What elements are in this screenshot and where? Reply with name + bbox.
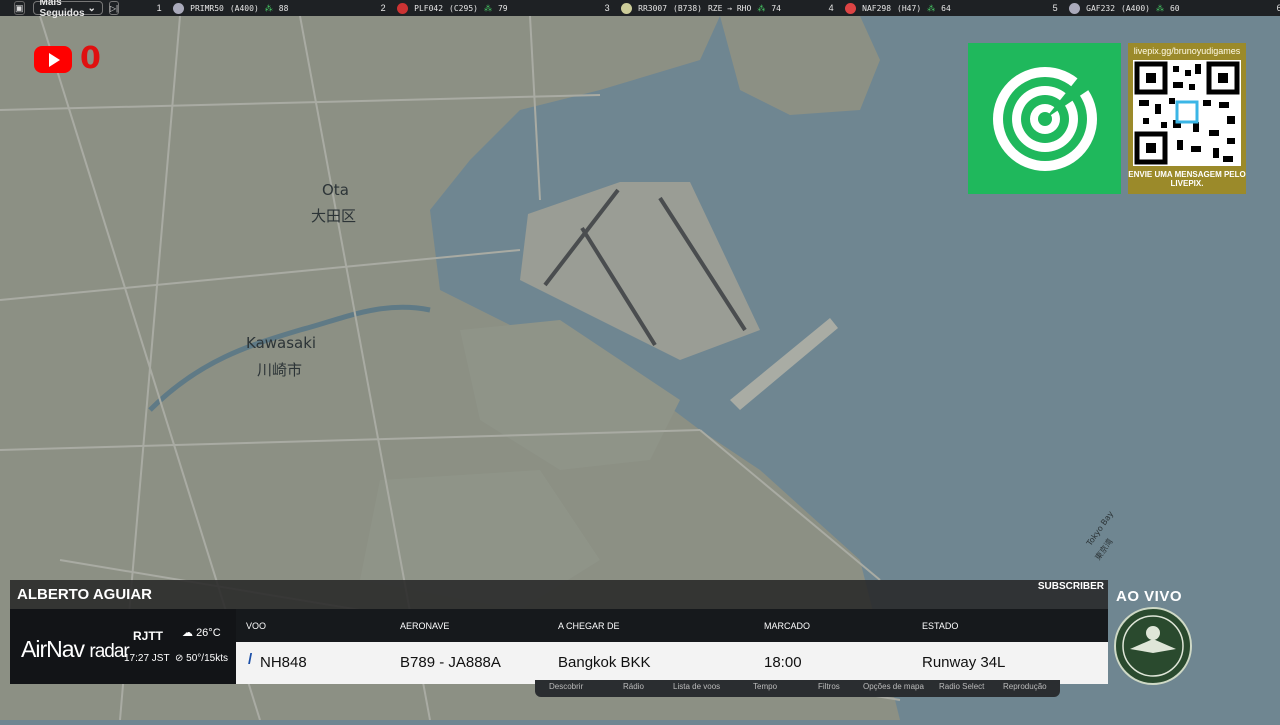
flight-rank: 2 bbox=[380, 3, 386, 13]
flight-callsign: GAF232 bbox=[1086, 3, 1116, 13]
wind-icon: ⊘ bbox=[175, 653, 184, 664]
flight-type: (A400) bbox=[229, 3, 259, 13]
flight-type: (C295) bbox=[449, 3, 478, 13]
chevron-down-icon: ⌄ bbox=[87, 2, 96, 14]
followed-flight-item[interactable]: 2 PLF042 (C295) ⁂ 79 bbox=[375, 2, 599, 14]
row-status: Runway 34L bbox=[922, 654, 1006, 671]
followers-icon: ⁂ bbox=[927, 3, 936, 13]
col-flight: VOO bbox=[246, 621, 267, 631]
brand-name: AirNav bbox=[21, 636, 85, 662]
flight-callsign: NAF298 bbox=[862, 3, 892, 13]
followers-icon: ⁂ bbox=[264, 3, 273, 13]
board-header: VOO AERONAVE A CHEGAR DE MARCADO ESTADO bbox=[236, 609, 1108, 642]
radar-logo bbox=[968, 43, 1121, 194]
map-label-ota-jp: 大田区 bbox=[311, 207, 357, 225]
airline-icon: / bbox=[248, 651, 253, 668]
flight-callsign: PLF042 bbox=[414, 3, 444, 13]
map-label-kawasaki: Kawasaki bbox=[246, 334, 317, 352]
live-label: AO VIVO bbox=[1116, 588, 1183, 605]
flight-type: (H47) bbox=[897, 3, 922, 13]
row-from: Bangkok BKK bbox=[558, 654, 651, 671]
local-time: 17:27 JST bbox=[124, 653, 170, 664]
youtube-icon bbox=[34, 45, 72, 73]
flight-type: (B738) bbox=[673, 3, 702, 13]
row-scheduled: 18:00 bbox=[764, 654, 802, 671]
col-scheduled: MARCADO bbox=[764, 621, 811, 631]
qr-code-icon bbox=[1133, 60, 1241, 166]
flight-rank: 1 bbox=[156, 3, 162, 13]
most-followed-dropdown[interactable]: Mais Seguidos ⌄ bbox=[32, 0, 103, 19]
operator-icon bbox=[397, 2, 409, 14]
flight-callsign: RR3007 bbox=[638, 3, 668, 13]
row-aircraft: B789 - JA888A bbox=[400, 654, 501, 671]
col-aircraft: AERONAVE bbox=[400, 621, 450, 631]
brand-sub: radar bbox=[89, 641, 129, 662]
flight-rank: 4 bbox=[828, 3, 834, 13]
followers-icon: ⁂ bbox=[483, 3, 492, 13]
followed-flight-item[interactable]: 4 NAF298 (H47) ⁂ 64 bbox=[823, 2, 1047, 14]
flight-followers: 79 bbox=[497, 3, 508, 13]
flight-route: RZE → RHO bbox=[707, 3, 752, 13]
menu-item[interactable]: Lista de voos bbox=[673, 682, 720, 691]
row-flight: NH848 bbox=[260, 654, 307, 671]
livepix-card[interactable]: livepix.gg/brunoyudigames ENVIE UMA MENS… bbox=[1128, 43, 1246, 194]
flight-followers: 64 bbox=[941, 3, 951, 13]
menu-item[interactable]: Rádio bbox=[623, 682, 644, 691]
flight-type: (A400) bbox=[1121, 3, 1150, 13]
followed-flight-item[interactable]: 6 TO bbox=[1271, 3, 1280, 14]
temperature: ☁ 26°C bbox=[182, 626, 221, 639]
window-toggle-icon[interactable]: ▣ bbox=[14, 1, 25, 15]
airport-board: ALBERTO AGUIAR SUBSCRIBER AirNav radar R… bbox=[10, 580, 1108, 684]
temperature-value: 26°C bbox=[196, 627, 221, 639]
operator-icon bbox=[1069, 2, 1081, 14]
top-bar: ▣ Mais Seguidos ⌄ ▷| 1 PRIMR50 (A400) ⁂ … bbox=[0, 0, 1280, 19]
table-row[interactable]: / NH848 B789 - JA888A Bangkok BKK 18:00 … bbox=[236, 642, 1108, 684]
wind-value: 50°/15kts bbox=[186, 653, 228, 664]
channel-badge-icon bbox=[1114, 607, 1192, 685]
youtube-count: 0 bbox=[80, 41, 101, 76]
map-label-kawasaki-jp: 川崎市 bbox=[257, 361, 303, 379]
bottom-menu: Descobrir Rádio Lista de voos Tempo Filt… bbox=[535, 680, 1060, 697]
skip-next-icon[interactable]: ▷| bbox=[108, 1, 120, 15]
menu-item[interactable]: Descobrir bbox=[549, 682, 583, 691]
radar-icon bbox=[992, 58, 1105, 171]
followers-icon: ⁂ bbox=[757, 3, 766, 13]
col-from: A CHEGAR DE bbox=[558, 621, 620, 631]
flight-followers: 60 bbox=[1169, 3, 1180, 13]
operator-icon bbox=[621, 2, 633, 14]
dropdown-label: Mais Seguidos bbox=[39, 0, 85, 19]
most-followed-list: 1 PRIMR50 (A400) ⁂ 88 2 PLF042 (C295) ⁂ … bbox=[151, 2, 1280, 14]
followed-flight-item[interactable]: 1 PRIMR50 (A400) ⁂ 88 bbox=[151, 2, 375, 14]
livepix-url: livepix.gg/brunoyudigames bbox=[1133, 46, 1241, 56]
airport-info: AirNav radar RJTT 17:27 JST ☁ 26°C ⊘ 50°… bbox=[10, 609, 236, 684]
followers-icon: ⁂ bbox=[1155, 3, 1164, 13]
operator-icon bbox=[845, 2, 857, 14]
menu-item[interactable]: Filtros bbox=[818, 682, 840, 691]
map-label-ota: Ota bbox=[322, 181, 349, 199]
flight-callsign: PRIMR50 bbox=[190, 3, 224, 13]
flight-rank: 5 bbox=[1052, 3, 1058, 13]
subscriber-label: SUBSCRIBER bbox=[1037, 581, 1104, 592]
operator-icon bbox=[173, 2, 185, 14]
menu-item[interactable]: Radio Select bbox=[939, 682, 984, 691]
flight-rank: 6 bbox=[1276, 3, 1280, 13]
followed-flight-item[interactable]: 5 GAF232 (A400) ⁂ 60 bbox=[1047, 2, 1271, 14]
airnav-logo: AirNav radar bbox=[21, 636, 130, 663]
livepix-message: ENVIE UMA MENSAGEM PELO LIVEPIX. bbox=[1128, 170, 1246, 188]
wind: ⊘ 50°/15kts bbox=[175, 653, 228, 664]
subscriber-bar: ALBERTO AGUIAR SUBSCRIBER bbox=[10, 580, 1108, 609]
followed-flight-item[interactable]: 3 RR3007 (B738) RZE → RHO ⁂ 74 bbox=[599, 2, 823, 14]
airport-code: RJTT bbox=[133, 629, 163, 643]
col-status: ESTADO bbox=[922, 621, 959, 631]
flight-followers: 88 bbox=[278, 3, 289, 13]
subscriber-name: ALBERTO AGUIAR bbox=[17, 586, 152, 603]
youtube-counter: 0 bbox=[34, 44, 101, 74]
menu-item[interactable]: Tempo bbox=[753, 682, 777, 691]
flight-rank: 3 bbox=[604, 3, 610, 13]
cloud-icon: ☁ bbox=[182, 627, 193, 639]
flight-followers: 74 bbox=[771, 3, 781, 13]
menu-item[interactable]: Opções de mapa bbox=[863, 682, 924, 691]
menu-item[interactable]: Reprodução bbox=[1003, 682, 1047, 691]
